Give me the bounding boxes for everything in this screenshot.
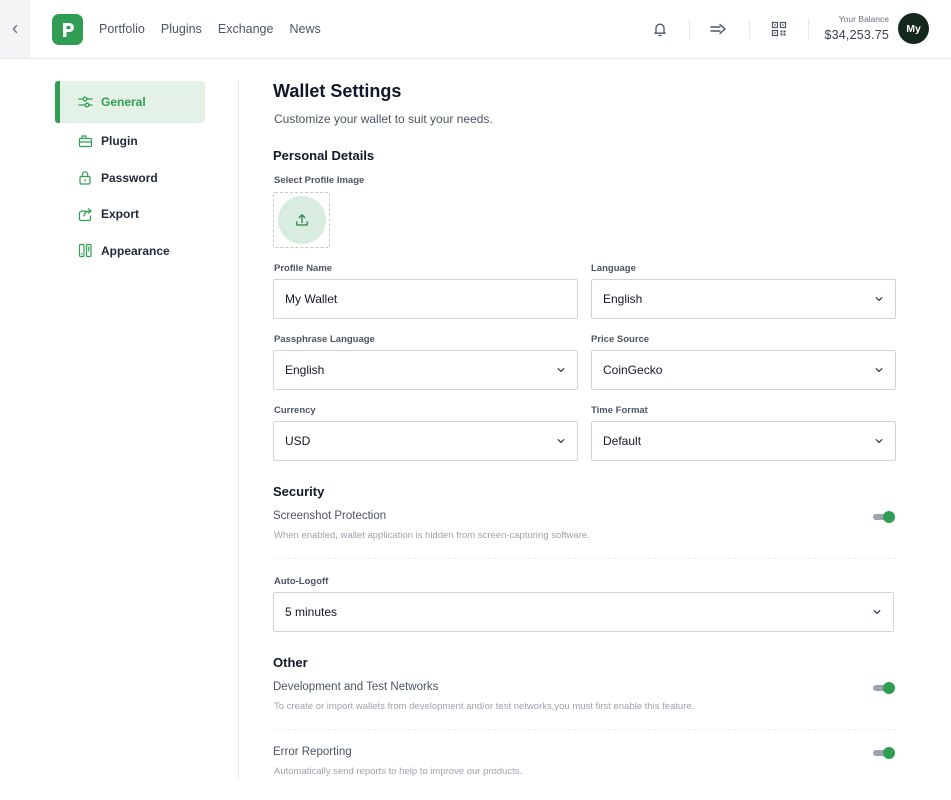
page-title: Wallet Settings <box>273 81 402 101</box>
screenshot-protection-toggle[interactable] <box>873 511 895 523</box>
toggle-knob <box>883 511 895 523</box>
header-divider <box>689 19 690 39</box>
section-title-other: Other <box>273 655 308 670</box>
avatar[interactable]: My <box>898 13 929 44</box>
section-title-personal: Personal Details <box>273 148 375 163</box>
time-format-select[interactable]: Default <box>591 421 896 461</box>
arrow-right-icon <box>710 23 726 35</box>
toggle-knob <box>883 682 895 694</box>
price-source-select[interactable]: CoinGecko <box>591 350 896 390</box>
sidebar-item-label: General <box>101 95 146 109</box>
price-source-label: Price Source <box>591 334 650 345</box>
chevron-down-icon <box>873 610 881 615</box>
upload-circle <box>277 196 326 244</box>
sidebar-item-appearance[interactable]: Appearance <box>55 233 205 270</box>
time-format-value: Default <box>603 434 642 448</box>
language-label: Language <box>591 263 636 274</box>
nav-portfolio[interactable]: Portfolio <box>99 22 145 36</box>
lock-icon <box>77 170 93 186</box>
appearance-icon <box>77 243 93 259</box>
plugin-icon <box>77 133 93 149</box>
export-icon <box>77 206 93 222</box>
logo-p-icon <box>62 22 74 37</box>
send-button[interactable] <box>709 19 729 39</box>
row-divider <box>273 729 896 730</box>
balance-display: Your Balance $34,253.75 <box>824 14 889 42</box>
sidebar-item-label: Appearance <box>101 243 170 258</box>
section-title-security: Security <box>273 484 325 499</box>
toggle-knob <box>883 747 895 759</box>
auto-logoff-select[interactable]: 5 minutes <box>273 592 894 632</box>
notifications-button[interactable] <box>650 19 670 39</box>
profile-name-label: Profile Name <box>274 263 333 274</box>
nav-plugins[interactable]: Plugins <box>161 22 202 36</box>
sidebar-item-label: Export <box>101 207 140 222</box>
sidebar-item-plugin[interactable]: Plugin <box>55 123 205 160</box>
dev-networks-toggle[interactable] <box>873 682 895 694</box>
sidebar-item-password[interactable]: Password <box>55 160 205 197</box>
sidebar-item-general[interactable]: General <box>55 81 205 123</box>
screenshot-protection-title: Screenshot Protection <box>273 510 387 522</box>
upload-icon <box>295 214 308 226</box>
chevron-down-icon <box>875 439 883 444</box>
profile-name-input[interactable] <box>273 279 578 319</box>
page-subtitle: Customize your wallet to suit your needs… <box>274 112 493 126</box>
nav-news[interactable]: News <box>289 22 320 36</box>
header-divider <box>808 19 809 39</box>
back-button[interactable] <box>0 0 30 58</box>
profile-image-upload[interactable] <box>273 192 330 248</box>
price-source-value: CoinGecko <box>603 363 663 377</box>
profile-image-label: Select Profile Image <box>274 175 365 186</box>
screenshot-protection-desc: When enabled, wallet application is hidd… <box>274 530 590 541</box>
auto-logoff-label: Auto-Logoff <box>274 576 329 587</box>
chevron-down-icon <box>875 368 883 373</box>
balance-value: $34,253.75 <box>824 28 889 42</box>
sidebar-item-label: Plugin <box>101 134 138 149</box>
qr-button[interactable] <box>769 19 789 39</box>
chevron-left-icon <box>12 24 18 34</box>
sidebar-item-label: Password <box>101 170 158 185</box>
dev-networks-desc: To create or import wallets from develop… <box>274 701 695 712</box>
chevron-down-icon <box>875 297 883 302</box>
time-format-label: Time Format <box>591 405 648 416</box>
error-reporting-title: Error Reporting <box>273 746 352 758</box>
settings-sidebar: General Plugin Password Export Appearanc… <box>55 81 205 269</box>
currency-select[interactable]: USD <box>273 421 578 461</box>
auto-logoff-value: 5 minutes <box>285 605 338 619</box>
balance-label: Your Balance <box>838 14 889 24</box>
sidebar-divider <box>238 81 239 778</box>
sidebar-item-export[interactable]: Export <box>55 196 205 233</box>
qr-code-icon <box>771 21 787 37</box>
header-divider <box>749 19 750 39</box>
nav-exchange[interactable]: Exchange <box>218 22 274 36</box>
error-reporting-desc: Automatically send reports to help to im… <box>274 766 523 777</box>
error-reporting-toggle[interactable] <box>873 747 895 759</box>
bell-icon <box>654 23 666 37</box>
main-nav: Portfolio Plugins Exchange News <box>99 0 321 58</box>
passphrase-language-value: English <box>285 363 325 377</box>
dev-networks-title: Development and Test Networks <box>273 681 439 693</box>
row-divider <box>273 558 896 559</box>
sliders-icon <box>77 94 93 110</box>
passphrase-language-select[interactable]: English <box>273 350 578 390</box>
currency-label: Currency <box>274 405 316 416</box>
app-logo[interactable] <box>52 14 83 45</box>
currency-value: USD <box>285 434 311 448</box>
passphrase-language-label: Passphrase Language <box>274 334 375 345</box>
chevron-down-icon <box>557 368 565 373</box>
chevron-down-icon <box>557 439 565 444</box>
top-header: Portfolio Plugins Exchange News Your Bal… <box>0 0 951 59</box>
language-value: English <box>603 292 643 306</box>
language-select[interactable]: English <box>591 279 896 319</box>
